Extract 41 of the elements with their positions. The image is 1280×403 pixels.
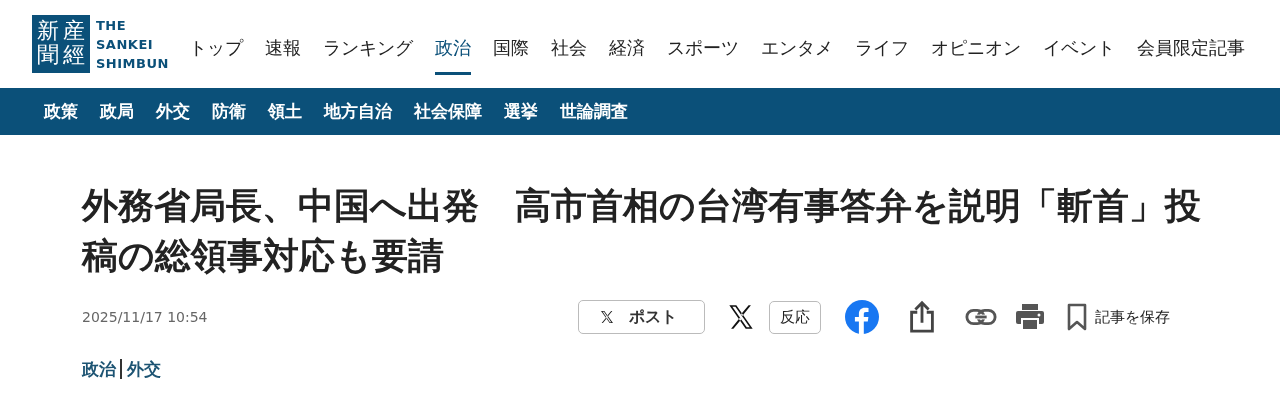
- nav-tab[interactable]: 政治: [434, 19, 471, 75]
- publish-date: 2025/11/17 10:54: [82, 309, 209, 325]
- article-headline: 外務省局長、中国へ出発 高市首相の台湾有事答弁を説明「斬首」投稿の総領事対応も要請: [82, 184, 1202, 278]
- facebook-icon[interactable]: [845, 300, 879, 334]
- nav-tab[interactable]: 経済: [608, 19, 645, 75]
- nav-tab[interactable]: 速報: [264, 19, 301, 75]
- nav-tab[interactable]: ライフ: [854, 19, 909, 75]
- logo-wordmark: SANKEI: [96, 35, 155, 54]
- sub-nav-link[interactable]: 世論調査: [560, 100, 628, 123]
- logo-wordmark: THE: [96, 16, 128, 35]
- print-icon[interactable]: [1015, 303, 1045, 331]
- sub-nav-link[interactable]: 防衛: [212, 100, 246, 123]
- sub-nav-link[interactable]: 社会保障: [414, 100, 482, 123]
- nav-tab[interactable]: スポーツ: [666, 19, 739, 75]
- sub-nav-link[interactable]: 外交: [156, 100, 190, 123]
- category-link[interactable]: 外交: [120, 359, 165, 379]
- nav-tab[interactable]: 国際: [492, 19, 529, 75]
- logo-seal[interactable]: 新聞 産經: [32, 15, 90, 73]
- nav-tab[interactable]: ランキング: [322, 19, 413, 75]
- nav-tab[interactable]: 会員限定記事: [1136, 19, 1245, 75]
- nav-tab[interactable]: オピニオン: [930, 19, 1021, 75]
- nav-tab[interactable]: 社会: [550, 19, 587, 75]
- save-article-button[interactable]: 記事を保存: [1067, 303, 1170, 331]
- sub-nav-link[interactable]: 選挙: [504, 100, 538, 123]
- logo-wordmark: SHIMBUN: [96, 54, 169, 73]
- reaction-count-bubble[interactable]: 反応: [769, 300, 821, 334]
- sub-nav-link[interactable]: 領土: [268, 100, 302, 123]
- sub-nav-link[interactable]: 政局: [100, 100, 134, 123]
- seal-text: 産經: [63, 19, 85, 69]
- category-link[interactable]: 政治: [82, 359, 120, 379]
- seal-text: 新聞: [37, 19, 59, 69]
- link-icon[interactable]: [965, 308, 997, 326]
- x-logo-icon: [599, 309, 615, 325]
- x-logo-icon[interactable]: [727, 303, 755, 331]
- sub-nav-link[interactable]: 政策: [44, 100, 78, 123]
- sub-nav-link[interactable]: 地方自治: [324, 100, 392, 123]
- nav-tab[interactable]: トップ: [188, 19, 243, 75]
- nav-tab[interactable]: エンタメ: [760, 19, 833, 75]
- post-button[interactable]: ポスト: [578, 300, 705, 334]
- nav-tab[interactable]: イベント: [1042, 19, 1115, 75]
- bookmark-icon: [1067, 303, 1087, 331]
